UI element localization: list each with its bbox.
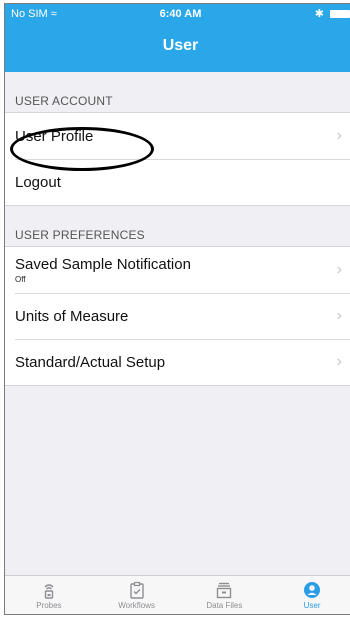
clipboard-icon (129, 581, 144, 599)
tab-data-files[interactable]: Data Files (181, 576, 269, 614)
logout-row[interactable]: Logout (5, 159, 350, 205)
section-header-user-account: USER ACCOUNT (15, 94, 113, 108)
chevron-right-icon: › (336, 261, 342, 278)
user-icon (304, 582, 321, 598)
battery-icon (330, 9, 350, 18)
tab-workflows-label: Workflows (118, 601, 155, 610)
section-header-user-preferences: USER PREFERENCES (15, 228, 145, 242)
saved-sample-notification-label: Saved Sample Notification (15, 256, 191, 273)
saved-sample-notification-value: Off (15, 275, 26, 284)
logout-label: Logout (15, 173, 61, 191)
chevron-right-icon: › (336, 353, 342, 370)
bluetooth-icon: ✱ (314, 8, 324, 20)
tab-user[interactable]: User (268, 576, 350, 614)
nav-bar: User (5, 24, 350, 72)
tab-probes-label: Probes (36, 601, 62, 610)
user-profile-label: User Profile (15, 127, 94, 145)
units-of-measure-row[interactable]: Units of Measure › (5, 293, 350, 339)
tab-bar: Probes Workflows Data Files User (5, 575, 350, 614)
tab-data-files-label: Data Files (206, 601, 243, 610)
tab-workflows[interactable]: Workflows (93, 576, 181, 614)
standard-actual-setup-label: Standard/Actual Setup (15, 353, 166, 371)
chevron-right-icon: › (336, 127, 342, 144)
probe-icon (44, 584, 54, 599)
status-time: 6:40 AM (159, 8, 202, 20)
tab-user-label: User (303, 601, 321, 610)
units-of-measure-label: Units of Measure (15, 307, 129, 325)
standard-actual-setup-row[interactable]: Standard/Actual Setup › (5, 339, 350, 385)
phone-screen: No SIM ≈ 6:40 AM ✱ User USER ACCOUNT Use… (4, 3, 350, 615)
user-preferences-group: Saved Sample Notification Off › Units of… (5, 246, 350, 386)
status-bar: No SIM ≈ 6:40 AM ✱ (5, 4, 350, 24)
user-profile-row[interactable]: User Profile › (5, 113, 350, 159)
user-account-group: User Profile › Logout (5, 112, 350, 206)
page-title: User (162, 37, 199, 54)
data-files-icon (217, 582, 232, 599)
saved-sample-notification-row[interactable]: Saved Sample Notification Off › (5, 247, 350, 293)
tab-probes[interactable]: Probes (5, 576, 93, 614)
chevron-right-icon: › (336, 307, 342, 324)
